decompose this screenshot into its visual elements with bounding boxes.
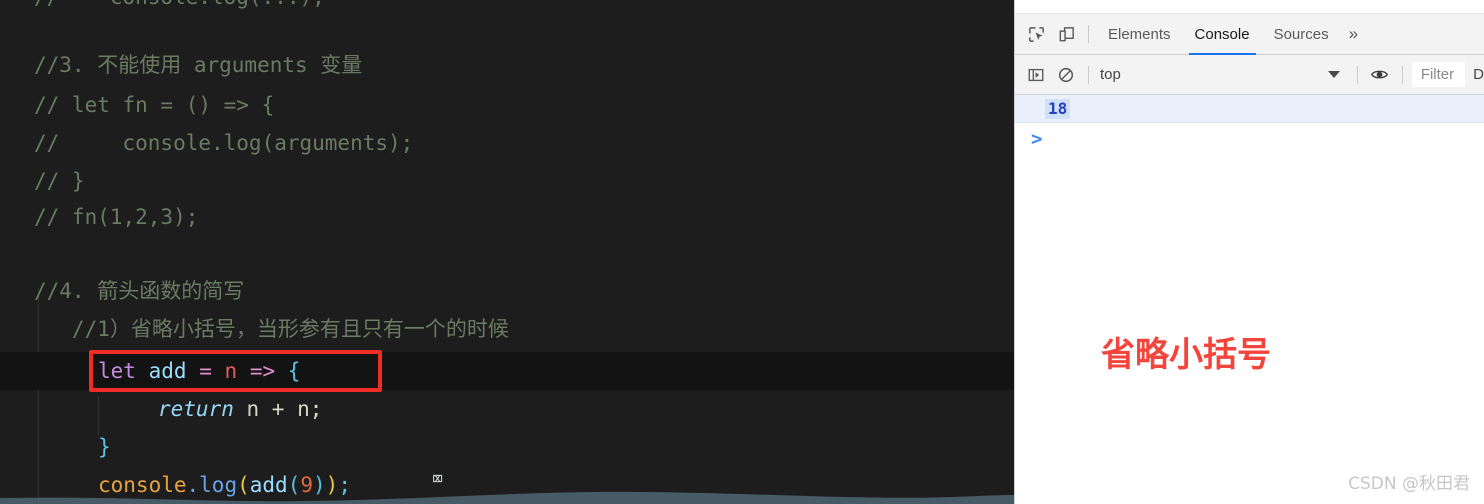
code-line-2[interactable]: // let fn = () => { xyxy=(34,86,274,124)
code-line-5[interactable]: // fn(1,2,3); xyxy=(34,198,198,236)
close-paren-outer: ) xyxy=(325,473,339,497)
console-prompt-arrow-icon: > xyxy=(1031,128,1043,150)
log-levels-dropdown[interactable]: D xyxy=(1473,66,1484,83)
toolbar-divider xyxy=(1401,65,1403,84)
code-line-3[interactable]: // console.log(arguments); xyxy=(34,124,413,162)
tab-console[interactable]: Console xyxy=(1183,14,1262,55)
console-filter-input[interactable]: Filter xyxy=(1411,62,1466,87)
console-output-area[interactable]: 18 > 省略小括号 CSDN @秋田君 xyxy=(1015,95,1484,504)
tab-sources[interactable]: Sources xyxy=(1262,14,1341,55)
toolbar-divider xyxy=(1356,65,1358,84)
devtools-top-strip xyxy=(1015,0,1484,14)
call-add: add xyxy=(249,473,288,497)
code-line-console-log[interactable]: console.log(add(9)); xyxy=(98,466,351,504)
keyword-return: return xyxy=(158,397,234,421)
semicolon: ; xyxy=(338,473,351,497)
close-paren-inner: ) xyxy=(313,473,326,497)
method-log: .log xyxy=(186,473,238,497)
toolbar-divider xyxy=(1088,25,1089,43)
chevron-down-icon[interactable] xyxy=(1327,71,1340,78)
red-highlight-box xyxy=(89,350,382,392)
argument-number: 9 xyxy=(300,473,313,497)
console-prompt-row[interactable]: > xyxy=(1015,123,1484,155)
text-cursor-ibeam: ⌧ xyxy=(432,468,444,490)
live-expression-eye-icon[interactable] xyxy=(1365,60,1395,90)
code-line-4[interactable]: // } xyxy=(34,162,85,200)
open-paren-inner: ( xyxy=(287,473,301,497)
code-editor[interactable]: // console.log(...); //3. 不能使用 arguments… xyxy=(0,0,1014,504)
devtools-panel[interactable]: Elements Console Sources » top Filter D … xyxy=(1014,0,1484,504)
code-line-return[interactable]: return n + n; xyxy=(158,390,322,428)
code-line-0[interactable]: // console.log(...); xyxy=(34,0,325,16)
red-annotation-text: 省略小括号 xyxy=(1101,335,1271,375)
toolbar-divider xyxy=(1088,65,1089,84)
watermark: CSDN @秋田君 xyxy=(1348,474,1470,494)
object-console: console xyxy=(98,473,187,497)
console-filter-toolbar[interactable]: top Filter D xyxy=(1015,55,1484,95)
tab-elements[interactable]: Elements xyxy=(1096,14,1183,55)
console-result-value: 18 xyxy=(1045,98,1071,119)
open-paren-outer: ( xyxy=(237,473,250,497)
execution-context-selector[interactable]: top xyxy=(1096,66,1121,83)
console-sidebar-icon[interactable] xyxy=(1021,60,1051,90)
code-line-close-brace[interactable]: } xyxy=(98,428,111,466)
devtools-tabbar[interactable]: Elements Console Sources » xyxy=(1015,14,1484,55)
console-result-row[interactable]: 18 xyxy=(1015,95,1484,123)
return-expression: n + n; xyxy=(246,397,323,421)
more-tabs-chevron-icon[interactable]: » xyxy=(1341,14,1366,55)
inspect-element-icon[interactable] xyxy=(1021,19,1051,49)
code-line-6[interactable]: //4. 箭头函数的简写 xyxy=(34,272,244,310)
clear-console-icon[interactable] xyxy=(1051,60,1081,90)
code-line-1[interactable]: //3. 不能使用 arguments 变量 xyxy=(34,46,362,84)
code-line-7[interactable]: //1）省略小括号，当形参有且只有一个的时候 xyxy=(34,310,509,348)
device-toolbar-icon[interactable] xyxy=(1051,19,1081,49)
